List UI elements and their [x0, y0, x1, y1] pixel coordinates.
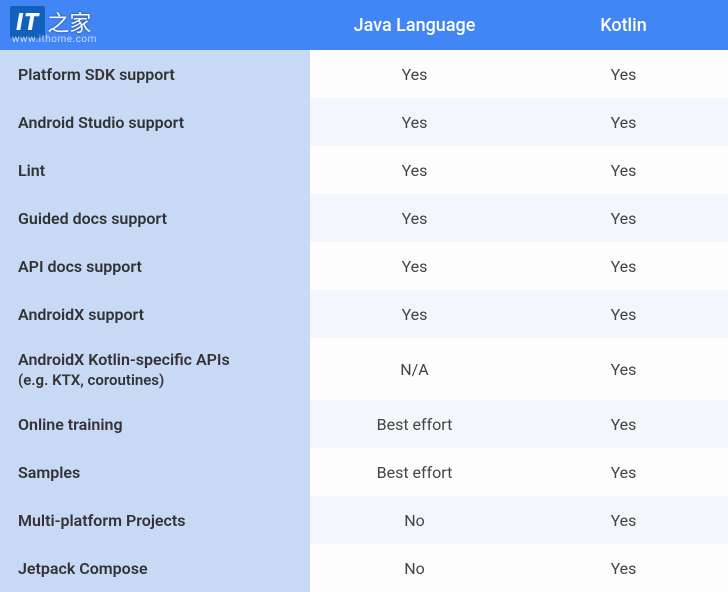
table-row: LintYesYes — [0, 146, 728, 194]
kotlin-cell: Yes — [519, 98, 728, 146]
java-cell: Yes — [310, 242, 519, 290]
java-cell: No — [310, 496, 519, 544]
table-row: Online trainingBest effortYes — [0, 400, 728, 448]
table-row: Android Studio supportYesYes — [0, 98, 728, 146]
kotlin-cell: Yes — [519, 496, 728, 544]
java-cell: N/A — [310, 338, 519, 400]
header-java: Java Language — [310, 0, 519, 50]
feature-cell: Platform SDK support — [0, 50, 310, 98]
kotlin-cell: Yes — [519, 146, 728, 194]
kotlin-cell: Yes — [519, 448, 728, 496]
kotlin-cell: Yes — [519, 400, 728, 448]
table-row: SamplesBest effortYes — [0, 448, 728, 496]
java-cell: Yes — [310, 50, 519, 98]
feature-cell: API docs support — [0, 242, 310, 290]
feature-cell: Android Studio support — [0, 98, 310, 146]
comparison-table: Java Language Kotlin Platform SDK suppor… — [0, 0, 728, 592]
kotlin-cell: Yes — [519, 544, 728, 592]
feature-cell: Online training — [0, 400, 310, 448]
watermark-url: www.ithome.com — [12, 34, 97, 45]
kotlin-cell: Yes — [519, 290, 728, 338]
table-row: API docs supportYesYes — [0, 242, 728, 290]
java-cell: Yes — [310, 146, 519, 194]
java-cell: Yes — [310, 194, 519, 242]
feature-cell: Jetpack Compose — [0, 544, 310, 592]
kotlin-cell: Yes — [519, 338, 728, 400]
table-row: Multi-platform ProjectsNoYes — [0, 496, 728, 544]
feature-cell: Samples — [0, 448, 310, 496]
feature-cell: Multi-platform Projects — [0, 496, 310, 544]
java-cell: No — [310, 544, 519, 592]
kotlin-cell: Yes — [519, 50, 728, 98]
header-kotlin: Kotlin — [519, 0, 728, 50]
feature-cell: AndroidX Kotlin-specific APIs(e.g. KTX, … — [0, 338, 310, 400]
table-row: Jetpack ComposeNoYes — [0, 544, 728, 592]
feature-cell: Guided docs support — [0, 194, 310, 242]
table-row: AndroidX supportYesYes — [0, 290, 728, 338]
java-cell: Best effort — [310, 448, 519, 496]
kotlin-cell: Yes — [519, 242, 728, 290]
table-row: Platform SDK supportYesYes — [0, 50, 728, 98]
table-header-row: Java Language Kotlin — [0, 0, 728, 50]
table-row: Guided docs supportYesYes — [0, 194, 728, 242]
feature-cell: AndroidX support — [0, 290, 310, 338]
java-cell: Yes — [310, 290, 519, 338]
feature-subtext: (e.g. KTX, coroutines) — [18, 371, 294, 389]
table-row: AndroidX Kotlin-specific APIs(e.g. KTX, … — [0, 338, 728, 400]
kotlin-cell: Yes — [519, 194, 728, 242]
java-cell: Yes — [310, 98, 519, 146]
feature-cell: Lint — [0, 146, 310, 194]
java-cell: Best effort — [310, 400, 519, 448]
